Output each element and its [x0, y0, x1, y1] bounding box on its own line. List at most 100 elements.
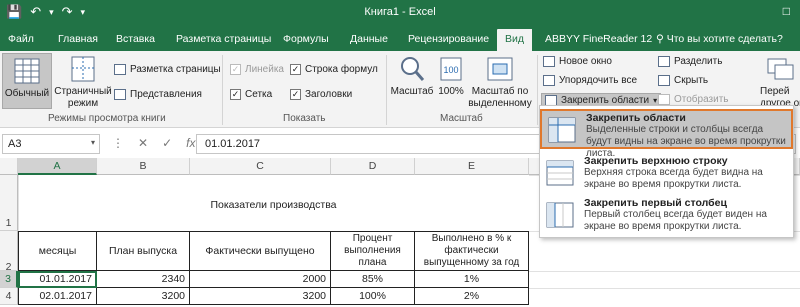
row-header-4[interactable]: 4	[0, 288, 18, 305]
group-label-zoom: Масштаб	[440, 113, 483, 124]
column-header-d[interactable]: D	[331, 158, 415, 175]
ruler-check-icon: ✓	[230, 64, 241, 75]
freeze-top-row-desc: Верхняя строка всегда будет видна на экр…	[584, 167, 763, 190]
freeze-top-row-option[interactable]: Закрепить верхнюю строку Верхняя строка …	[540, 154, 793, 194]
formula-buttons: ⋮ ✕ ✓ fx	[112, 136, 195, 150]
page-break-label-1: Страничный	[54, 86, 112, 97]
zoom-100-icon: 100	[438, 55, 464, 83]
cancel-icon[interactable]: ✕	[138, 136, 148, 150]
tab-data[interactable]: Данные	[350, 33, 388, 45]
zoom-100-button[interactable]: 100 100%	[436, 55, 466, 111]
header-cell-plan[interactable]: План выпуска	[97, 231, 190, 271]
tab-home[interactable]: Главная	[58, 33, 98, 45]
split-button[interactable]: Разделить	[658, 56, 722, 67]
cell-c4[interactable]: 3200	[190, 288, 331, 305]
cell-d4[interactable]: 100%	[331, 288, 415, 305]
freeze-first-column-option[interactable]: Закрепить первый столбец Первый столбец …	[540, 196, 793, 236]
group-separator	[386, 55, 387, 125]
custom-views-label: Представления	[130, 89, 202, 100]
name-box-value: A3	[8, 138, 22, 150]
name-box[interactable]: A3 ▾	[2, 134, 100, 154]
gridlines-label: Сетка	[245, 89, 273, 100]
group-label-show: Показать	[283, 113, 326, 124]
tab-review[interactable]: Рецензирование	[408, 33, 489, 45]
sheet-title-cell[interactable]: Показатели производства	[18, 175, 529, 231]
unhide-icon	[658, 94, 670, 105]
tell-me-label: Что вы хотите сделать?	[666, 33, 783, 45]
cell-e4[interactable]: 2%	[415, 288, 529, 305]
tab-insert[interactable]: Вставка	[116, 33, 155, 45]
header-cell-months[interactable]: месяцы	[18, 231, 97, 271]
freeze-panes-menu-icon	[548, 117, 576, 143]
ruler-checkbox[interactable]: ✓ Линейка	[230, 64, 284, 75]
page-break-icon	[68, 55, 98, 83]
cell-b3[interactable]: 2340	[97, 271, 190, 288]
gridline	[529, 271, 800, 272]
cell-a4[interactable]: 02.01.2017	[18, 288, 97, 305]
tab-view[interactable]: Вид	[497, 29, 532, 51]
tab-file[interactable]: Файл	[8, 33, 34, 45]
magnifier-icon	[397, 55, 427, 83]
page-layout-label: Разметка страницы	[130, 64, 221, 75]
page-layout-icon	[114, 64, 126, 75]
switch-windows-button[interactable]: Перей другое ок	[760, 55, 800, 111]
select-all-corner[interactable]	[0, 158, 18, 175]
zoom-selection-label-1: Масштаб по	[471, 86, 529, 97]
freeze-top-row-icon	[546, 160, 574, 186]
insert-function-icon[interactable]: fx	[186, 136, 195, 150]
more-icon: ⋮	[112, 136, 124, 150]
cell-e3[interactable]: 1%	[415, 271, 529, 288]
freeze-panes-option-title: Закрепить области	[586, 112, 686, 124]
enter-icon[interactable]: ✓	[162, 136, 172, 150]
tab-page-layout[interactable]: Разметка страницы	[176, 33, 271, 45]
freeze-first-column-icon	[546, 202, 574, 228]
ruler-label: Линейка	[245, 64, 284, 75]
chevron-down-icon[interactable]: ▾	[91, 138, 95, 147]
column-header-b[interactable]: B	[97, 158, 190, 175]
freeze-first-column-title: Закрепить первый столбец	[584, 197, 727, 209]
normal-view-button[interactable]: Обычный	[2, 53, 52, 109]
arrange-all-button[interactable]: Упорядочить все	[543, 75, 637, 86]
formula-bar-checkbox[interactable]: ✓ Строка формул	[290, 64, 378, 75]
page-break-view-button[interactable]: Страничный режим	[54, 55, 112, 111]
freeze-panes-option[interactable]: Закрепить области Выделенные строки и ст…	[540, 109, 793, 159]
header-cell-actual[interactable]: Фактически выпущено	[190, 231, 331, 271]
zoom-button[interactable]: Масштаб	[390, 55, 434, 111]
cell-c3[interactable]: 2000	[190, 271, 331, 288]
cell-a3[interactable]: 01.01.2017	[18, 271, 97, 288]
headings-label: Заголовки	[305, 89, 353, 100]
headings-check-icon: ✓	[290, 89, 301, 100]
new-window-icon	[543, 56, 555, 67]
custom-views-button[interactable]: Представления	[114, 89, 202, 100]
page-break-label-2: режим	[67, 98, 99, 109]
unhide-button[interactable]: Отобразить	[658, 94, 729, 105]
group-separator	[222, 55, 223, 125]
row-header-1[interactable]: 1	[0, 175, 18, 231]
zoom-selection-icon	[485, 55, 515, 83]
split-label: Разделить	[674, 56, 723, 67]
headings-checkbox[interactable]: ✓ Заголовки	[290, 89, 352, 100]
row-header-3[interactable]: 3	[0, 271, 18, 288]
new-window-label: Новое окно	[559, 56, 612, 67]
header-cell-percent[interactable]: Процент выполнения плана	[331, 231, 415, 271]
zoom-to-selection-button[interactable]: Масштаб по выделенному	[466, 55, 534, 111]
cell-b4[interactable]: 3200	[97, 288, 190, 305]
tab-abbyy[interactable]: ABBYY FineReader 12	[545, 33, 652, 45]
header-cell-year-percent[interactable]: Выполнено в % к фактически выпущенному з…	[415, 231, 529, 271]
hide-button[interactable]: Скрыть	[658, 75, 708, 86]
page-layout-button[interactable]: Разметка страницы	[114, 64, 221, 75]
tab-formulas[interactable]: Формулы	[283, 33, 329, 45]
column-header-c[interactable]: C	[190, 158, 331, 175]
gridlines-checkbox[interactable]: ✓ Сетка	[230, 89, 272, 100]
cell-d3[interactable]: 85%	[331, 271, 415, 288]
row-header-2[interactable]: 2	[0, 231, 18, 273]
normal-view-icon	[12, 57, 42, 85]
ribbon-display-options-icon[interactable]: □	[783, 4, 790, 18]
new-window-button[interactable]: Новое окно	[543, 56, 612, 67]
tell-me-search[interactable]: ⚲ Что вы хотите сделать?	[656, 33, 783, 45]
column-header-e[interactable]: E	[415, 158, 529, 175]
switch-windows-icon	[766, 55, 796, 83]
column-header-a[interactable]: A	[18, 158, 97, 175]
arrange-all-label: Упорядочить все	[559, 75, 638, 86]
chevron-down-icon: ▾	[653, 96, 658, 105]
